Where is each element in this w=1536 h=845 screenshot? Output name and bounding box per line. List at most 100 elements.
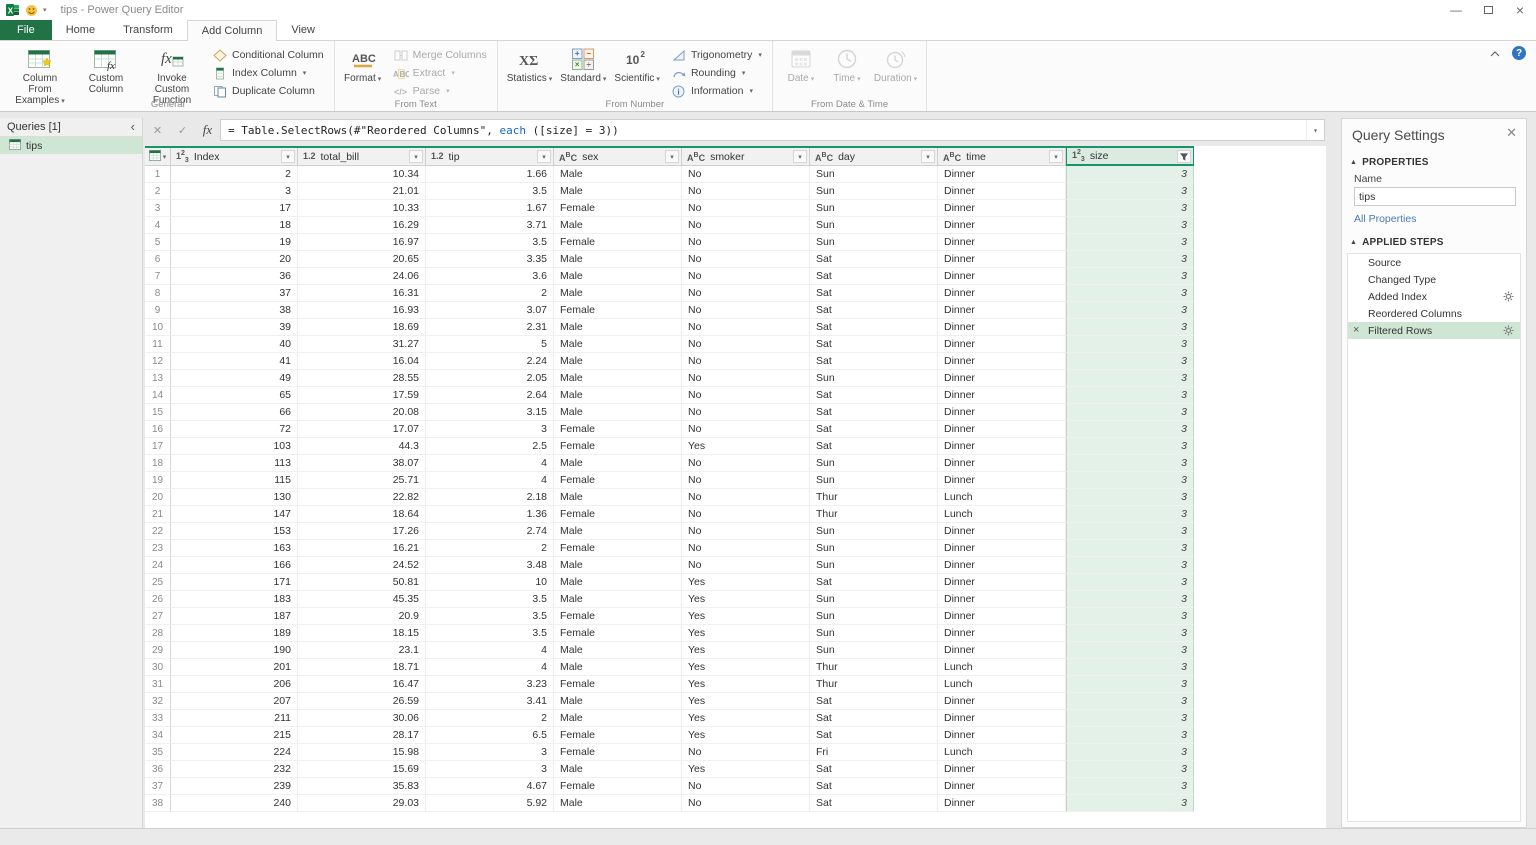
cell[interactable]: 40	[171, 336, 298, 353]
cell[interactable]: 2.74	[426, 523, 554, 540]
select-all-table-button[interactable]: ▾	[145, 148, 171, 166]
cell[interactable]: Female	[554, 472, 682, 489]
cell[interactable]: 3	[1066, 302, 1194, 319]
cell[interactable]: 3	[1066, 659, 1194, 676]
cell[interactable]: Dinner	[938, 608, 1066, 625]
cell[interactable]: Yes	[682, 438, 810, 455]
tab-add-column[interactable]: Add Column	[187, 20, 278, 41]
cell[interactable]: Female	[554, 540, 682, 557]
cell[interactable]: Male	[554, 183, 682, 200]
formula-input[interactable]: = Table.SelectRows(#"Reordered Columns",…	[220, 119, 1325, 141]
cell[interactable]: 3	[1066, 676, 1194, 693]
cell[interactable]: 15.69	[298, 761, 426, 778]
cell[interactable]: 189	[171, 625, 298, 642]
row-number[interactable]: 31	[145, 676, 171, 693]
cell[interactable]: Female	[554, 302, 682, 319]
cell[interactable]: 28.55	[298, 370, 426, 387]
cell[interactable]: Sun	[810, 455, 938, 472]
cell[interactable]: 3	[1066, 370, 1194, 387]
cell[interactable]: Male	[554, 642, 682, 659]
cell[interactable]: No	[682, 319, 810, 336]
cell[interactable]: No	[682, 795, 810, 812]
row-number[interactable]: 19	[145, 472, 171, 489]
cell[interactable]: Sun	[810, 591, 938, 608]
cell[interactable]: 45.35	[298, 591, 426, 608]
cell[interactable]: Dinner	[938, 353, 1066, 370]
cell[interactable]: No	[682, 268, 810, 285]
cell[interactable]: Sun	[810, 557, 938, 574]
cell[interactable]: 18.71	[298, 659, 426, 676]
duplicate-column-button[interactable]: Duplicate Column	[207, 82, 329, 100]
cell[interactable]: 2	[426, 710, 554, 727]
applied-step-added-index[interactable]: Added Index	[1348, 288, 1520, 305]
all-properties-link[interactable]: All Properties	[1342, 206, 1526, 233]
cell[interactable]: Dinner	[938, 336, 1066, 353]
cell[interactable]: Male	[554, 523, 682, 540]
cell[interactable]: 16.97	[298, 234, 426, 251]
cell[interactable]: 3	[1066, 523, 1194, 540]
row-number[interactable]: 27	[145, 608, 171, 625]
row-number[interactable]: 7	[145, 268, 171, 285]
row-number[interactable]: 36	[145, 761, 171, 778]
cell[interactable]: 41	[171, 353, 298, 370]
cell[interactable]: Dinner	[938, 523, 1066, 540]
cell[interactable]: Yes	[682, 693, 810, 710]
cell[interactable]: Sun	[810, 540, 938, 557]
row-number[interactable]: 2	[145, 183, 171, 200]
close-button[interactable]: ×	[1504, 0, 1536, 20]
cell[interactable]: 3.23	[426, 676, 554, 693]
scientific-button[interactable]: 102Scientific▾	[610, 43, 664, 85]
cell[interactable]: 24.52	[298, 557, 426, 574]
row-number[interactable]: 35	[145, 744, 171, 761]
cell[interactable]: Sat	[810, 727, 938, 744]
cell[interactable]: Female	[554, 625, 682, 642]
cell[interactable]: 183	[171, 591, 298, 608]
cell[interactable]: No	[682, 455, 810, 472]
cell[interactable]: Sun	[810, 234, 938, 251]
cell[interactable]: 31.27	[298, 336, 426, 353]
cell[interactable]: Dinner	[938, 370, 1066, 387]
information-button[interactable]: iInformation▾	[666, 82, 767, 100]
cell[interactable]: 44.3	[298, 438, 426, 455]
cell[interactable]: Male	[554, 353, 682, 370]
minimize-button[interactable]: —	[1440, 0, 1472, 20]
cell[interactable]: 130	[171, 489, 298, 506]
cell[interactable]: Dinner	[938, 591, 1066, 608]
row-number[interactable]: 16	[145, 421, 171, 438]
cell[interactable]: Dinner	[938, 387, 1066, 404]
cell[interactable]: Thur	[810, 489, 938, 506]
cell[interactable]: 171	[171, 574, 298, 591]
row-number[interactable]: 4	[145, 217, 171, 234]
row-number[interactable]: 30	[145, 659, 171, 676]
cell[interactable]: 66	[171, 404, 298, 421]
row-number[interactable]: 13	[145, 370, 171, 387]
cell[interactable]: 29.03	[298, 795, 426, 812]
close-query-settings-icon[interactable]: ✕	[1506, 126, 1517, 139]
cell[interactable]: 3	[1066, 438, 1194, 455]
cell[interactable]: Female	[554, 778, 682, 795]
cell[interactable]: 2	[171, 166, 298, 183]
help-icon[interactable]: ?	[1512, 46, 1526, 60]
cell[interactable]: Dinner	[938, 642, 1066, 659]
cell[interactable]: Sat	[810, 319, 938, 336]
cell[interactable]: Sat	[810, 574, 938, 591]
cell[interactable]: 16.29	[298, 217, 426, 234]
filter-dropdown-icon[interactable]: ▾	[665, 150, 679, 163]
cell[interactable]: 10	[426, 574, 554, 591]
cell[interactable]: Dinner	[938, 540, 1066, 557]
cell[interactable]: 2	[426, 285, 554, 302]
cell[interactable]: Male	[554, 591, 682, 608]
cell[interactable]: 211	[171, 710, 298, 727]
cell[interactable]: 3.5	[426, 234, 554, 251]
cell[interactable]: 3	[426, 761, 554, 778]
column-header-smoker[interactable]: ABCsmoker▾	[682, 148, 810, 166]
cell[interactable]: 3	[1066, 166, 1194, 183]
cell[interactable]: 3.6	[426, 268, 554, 285]
cell[interactable]: Yes	[682, 659, 810, 676]
cell[interactable]: Lunch	[938, 506, 1066, 523]
cell[interactable]: No	[682, 336, 810, 353]
cell[interactable]: No	[682, 506, 810, 523]
cell[interactable]: 113	[171, 455, 298, 472]
row-number[interactable]: 12	[145, 353, 171, 370]
cell[interactable]: 17.26	[298, 523, 426, 540]
